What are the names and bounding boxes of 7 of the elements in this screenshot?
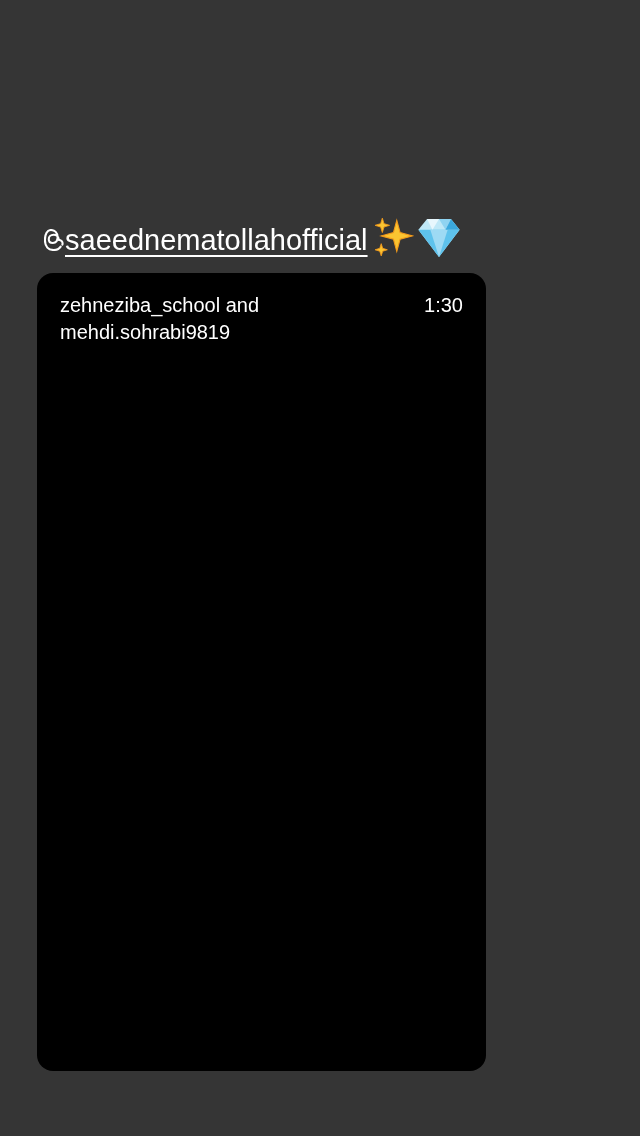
- video-duration: 1:30: [424, 293, 463, 318]
- sparkles-icon: [373, 217, 414, 257]
- gem-icon: [417, 219, 460, 257]
- username-link[interactable]: saeednematollahofficial: [65, 223, 368, 257]
- shared-post-card[interactable]: zehneziba_school and mehdi.sohrabi9819 1:30: [37, 273, 486, 1071]
- at-sign-icon: [44, 229, 64, 251]
- post-authors: zehneziba_school and mehdi.sohrabi9819: [60, 293, 261, 345]
